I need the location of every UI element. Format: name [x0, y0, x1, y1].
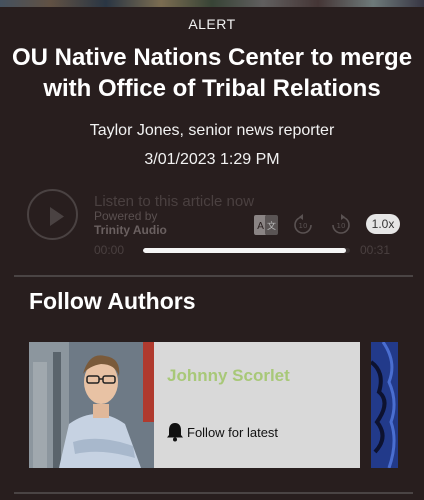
play-button[interactable] [27, 189, 78, 240]
section-divider [14, 275, 413, 277]
current-time: 00:00 [94, 243, 125, 257]
next-author-photo [371, 342, 398, 468]
svg-text:10: 10 [299, 222, 308, 230]
hero-image-strip [0, 0, 424, 7]
powered-by-label: Powered by [94, 209, 158, 223]
provider-link[interactable]: Trinity Audio [94, 223, 167, 237]
audio-player: Listen to this article now Powered by Tr… [0, 185, 424, 265]
article-date: 3/01/2023 1:29 PM [144, 151, 280, 168]
svg-text:文: 文 [267, 220, 276, 232]
svg-text:A: A [257, 221, 264, 232]
listen-prompt: Listen to this article now [94, 193, 255, 210]
follow-label: Follow for latest [187, 425, 279, 440]
bell-icon [167, 423, 183, 442]
category-label: ALERT [188, 16, 236, 32]
progress-bar[interactable] [143, 248, 350, 253]
playback-speed-button[interactable]: 1.0x [366, 214, 400, 234]
section-divider-bottom [14, 492, 413, 494]
author-photo [29, 342, 154, 468]
svg-text:10: 10 [337, 222, 346, 230]
play-icon [50, 207, 64, 226]
article-byline[interactable]: Taylor Jones, senior news reporter [0, 122, 424, 140]
next-author-card-peek[interactable] [371, 342, 398, 468]
follow-authors-title: Follow Authors [29, 288, 196, 314]
author-name[interactable]: Johnny Scorlet [167, 366, 290, 386]
article-headline: OU Native Nations Center to merge with O… [11, 44, 413, 102]
author-card[interactable]: Johnny Scorlet Follow for latest [29, 342, 360, 468]
translate-icon[interactable]: A 文 [254, 215, 278, 235]
duration-time: 00:31 [360, 243, 391, 257]
progress-bar-fill [143, 248, 346, 253]
forward-10-icon[interactable]: 10 [330, 214, 352, 236]
rewind-10-icon[interactable]: 10 [292, 214, 314, 236]
